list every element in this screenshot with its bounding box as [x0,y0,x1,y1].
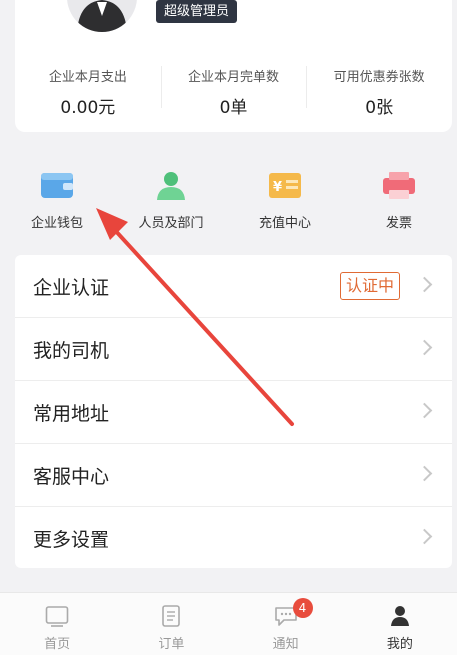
tab-label: 我的 [386,637,413,652]
stats-card: 超级管理员 企业本月支出 0.00元 企业本月完单数 0单 可用优惠券张数 0张 [15,0,452,132]
tab-label: 首页 [44,637,71,652]
stat-monthly-orders[interactable]: 企业本月完单数 0单 [160,60,307,120]
recharge-icon: ¥ [266,168,304,202]
stat-label: 可用优惠券张数 [333,70,425,85]
invoice-icon [380,168,418,202]
menu-item-support[interactable]: 客服中心 [15,444,452,507]
wallet-icon [38,168,76,202]
quick-entry-invoice[interactable]: 发票 [342,160,456,242]
tab-label: 订单 [158,637,185,652]
menu-item-drivers[interactable]: 我的司机 [15,318,452,381]
menu-item-label: 更多设置 [33,528,110,551]
chevron-right-icon [416,402,433,419]
stat-value: 0.00元 [60,98,116,118]
role-badge: 超级管理员 [156,0,238,23]
stat-monthly-spend[interactable]: 企业本月支出 0.00元 [15,60,161,120]
tab-profile[interactable]: 我的 [343,593,457,655]
svg-text:¥: ¥ [273,180,282,195]
quick-entry-recharge[interactable]: ¥ 充值中心 [228,160,342,242]
quick-entries: 企业钱包 人员及部门 ¥ 充值中心 发票 [0,160,457,242]
chevron-right-icon [416,465,433,482]
tab-orders[interactable]: 订单 [114,593,228,655]
chevron-right-icon [416,276,433,293]
menu-item-label: 常用地址 [33,402,110,425]
tab-label: 通知 [272,637,299,652]
menu-item-label: 我的司机 [33,339,110,362]
home-icon [45,605,69,627]
stat-coupons[interactable]: 可用优惠券张数 0张 [306,60,452,120]
people-icon [152,168,190,202]
quick-entry-label: 充值中心 [258,216,311,231]
profile-icon [388,605,412,627]
quick-entry-label: 发票 [385,216,412,231]
stat-label: 企业本月完单数 [188,70,280,85]
menu-item-label: 客服中心 [33,465,110,488]
avatar[interactable] [67,0,137,32]
menu-item-verification[interactable]: 企业认证 认证中 [15,255,452,318]
stat-value: 0张 [365,98,394,118]
quick-entry-people[interactable]: 人员及部门 [114,160,228,242]
quick-entry-label: 企业钱包 [30,216,83,231]
settings-menu: 企业认证 认证中 我的司机 常用地址 客服中心 更多设置 [15,255,452,568]
menu-item-label: 企业认证 [33,276,110,299]
quick-entry-wallet[interactable]: 企业钱包 [0,160,114,242]
chevron-right-icon [416,528,433,545]
bottom-tab-bar: 首页 订单 4 通知 我的 [0,592,457,655]
stats-row: 企业本月支出 0.00元 企业本月完单数 0单 可用优惠券张数 0张 [15,60,452,120]
tab-home[interactable]: 首页 [0,593,114,655]
tab-notifications[interactable]: 4 通知 [229,593,343,655]
quick-entry-label: 人员及部门 [138,216,204,231]
status-badge: 认证中 [339,272,400,300]
chevron-right-icon [416,339,433,356]
stat-value: 0单 [219,98,248,118]
order-icon [159,605,183,627]
menu-item-addresses[interactable]: 常用地址 [15,381,452,444]
notification-count-badge: 4 [292,598,313,618]
stat-label: 企业本月支出 [48,70,127,85]
menu-item-more-settings[interactable]: 更多设置 [15,507,452,569]
